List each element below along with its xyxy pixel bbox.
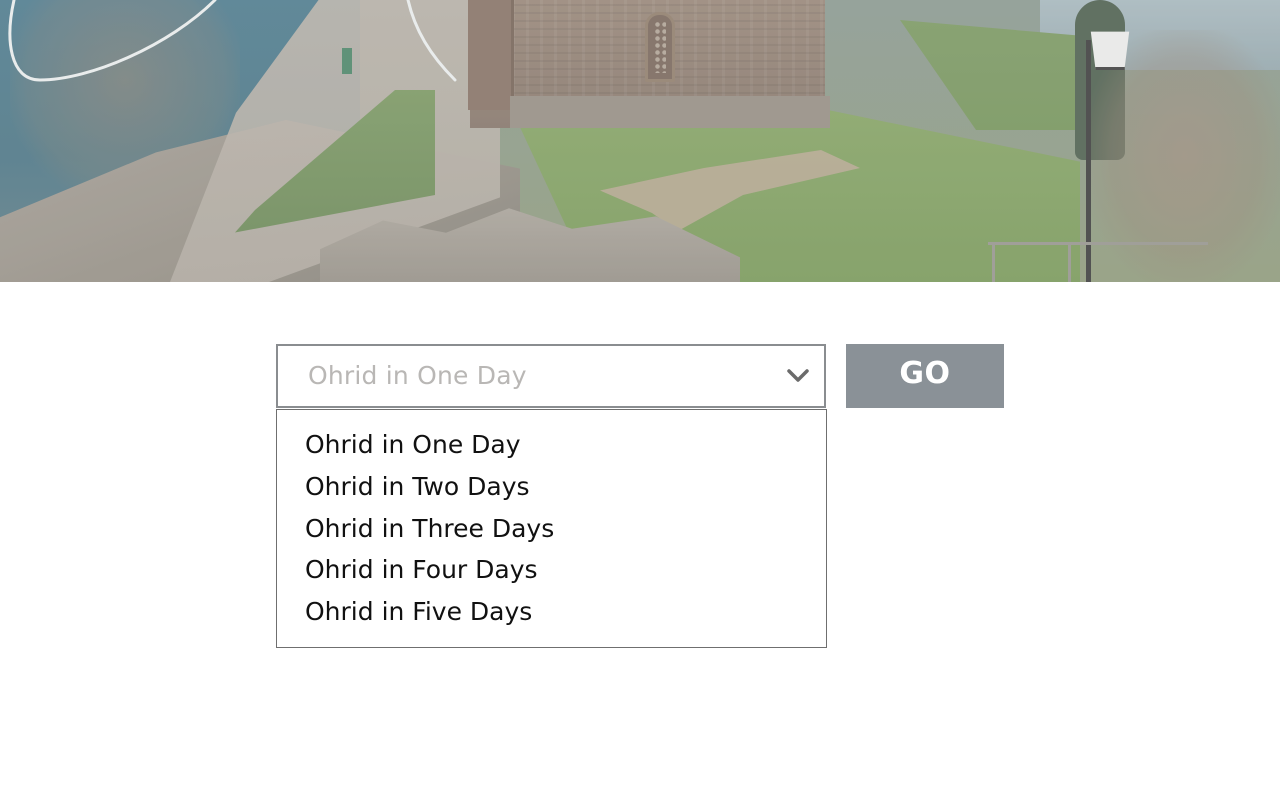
option-five-days[interactable]: Ohrid in Five Days — [277, 591, 826, 633]
itinerary-select[interactable]: Ohrid in One Day — [276, 344, 826, 408]
itinerary-select-value: Ohrid in One Day — [308, 361, 527, 390]
itinerary-options-list: Ohrid in One Day Ohrid in Two Days Ohrid… — [276, 409, 827, 648]
option-one-day[interactable]: Ohrid in One Day — [277, 424, 826, 466]
decorative-scribble — [8, 0, 457, 82]
chevron-down-icon[interactable] — [786, 364, 810, 388]
option-four-days[interactable]: Ohrid in Four Days — [277, 549, 826, 591]
option-three-days[interactable]: Ohrid in Three Days — [277, 508, 826, 550]
go-button[interactable]: GO — [846, 344, 1004, 408]
option-two-days[interactable]: Ohrid in Two Days — [277, 466, 826, 508]
hero-photo — [0, 0, 1280, 282]
